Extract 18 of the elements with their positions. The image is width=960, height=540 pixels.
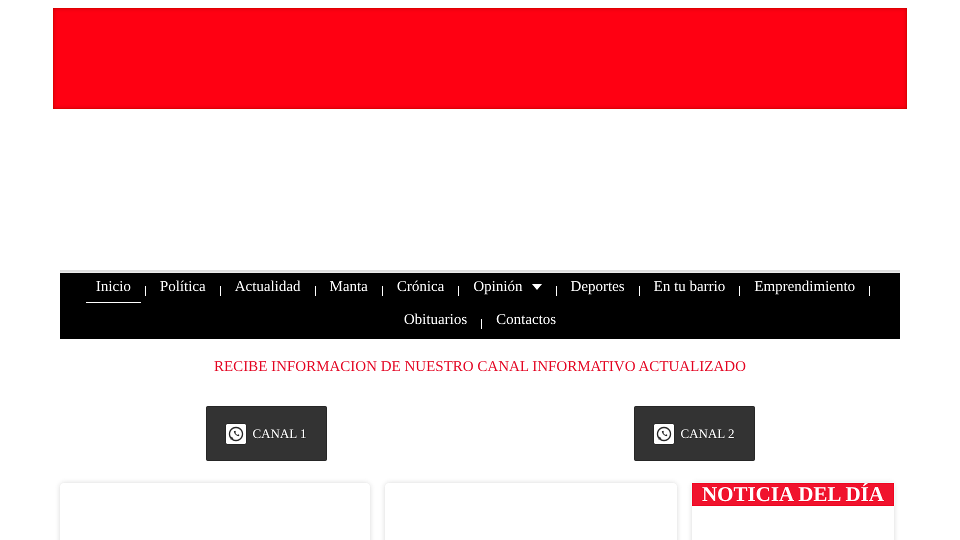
nav-link[interactable]: Actualidad: [224, 278, 311, 303]
nav-link[interactable]: Crónica: [386, 278, 454, 303]
nav-link[interactable]: Obituarios: [394, 311, 478, 336]
nav-link[interactable]: Política: [150, 278, 216, 303]
chat-bubble-icon: [226, 424, 246, 444]
nav-link[interactable]: Inicio: [86, 278, 141, 303]
caret-icon: [532, 284, 542, 290]
nav-link[interactable]: Opinión: [463, 278, 552, 303]
promo-heading: RECIBE INFORMACION DE NUESTRO CANAL INFORMATIVO ACTUALIZADO: [213, 359, 747, 376]
channel-button[interactable]: CANAL 2: [634, 406, 755, 461]
nav-link[interactable]: Manta: [320, 278, 378, 303]
chat-bubble-icon: [654, 424, 674, 444]
nav-link[interactable]: Emprendimiento: [744, 278, 866, 303]
nav-link[interactable]: Deportes: [560, 278, 635, 303]
section-title: NOTICIA DEL DÍA: [692, 483, 894, 506]
channel-button[interactable]: CANAL 1: [206, 406, 327, 461]
nav-link[interactable]: En tu barrio: [644, 278, 736, 303]
nav-link[interactable]: Contactos: [486, 311, 566, 336]
